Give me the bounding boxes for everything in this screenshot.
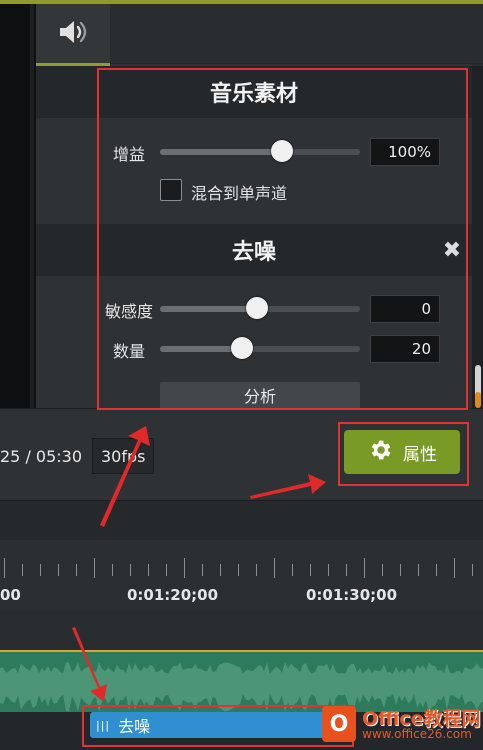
ruler-tick — [472, 564, 473, 576]
ruler-tick — [166, 564, 167, 576]
ruler-tick — [238, 564, 239, 576]
panel-scrollbar[interactable] — [472, 66, 483, 408]
fps-display[interactable]: 30fps — [92, 438, 154, 474]
ruler-tick — [4, 558, 5, 578]
ruler-tick — [382, 564, 383, 576]
ruler-tick — [328, 564, 329, 576]
ruler-tick — [400, 564, 401, 576]
audio-waveform — [0, 662, 483, 712]
ruler-tick — [310, 564, 311, 576]
ruler-tick — [148, 564, 149, 576]
ruler-tick — [274, 558, 275, 578]
ruler-tick — [76, 564, 77, 576]
ruler-tick — [256, 564, 257, 576]
office-logo-icon: O — [322, 706, 356, 742]
ruler-tick — [184, 558, 185, 578]
ruler-tick — [364, 558, 365, 578]
ruler-tick — [436, 564, 437, 576]
ruler-ticks — [0, 540, 483, 584]
timeline-toolbar — [0, 500, 483, 540]
time-readout: 25 / 05:30 — [0, 446, 83, 466]
ruler-tick — [220, 564, 221, 576]
ruler-label: 0:01:30;00 — [306, 586, 398, 604]
ruler-label: 00 — [0, 586, 21, 604]
speaker-icon — [58, 19, 88, 49]
ruler-tick — [454, 558, 455, 578]
ruler-tick — [130, 564, 131, 576]
ruler-tick — [418, 564, 419, 576]
audio-properties-tab[interactable] — [36, 4, 110, 66]
watermark-url: www.office26.com — [362, 727, 472, 741]
ruler-tick — [346, 564, 347, 576]
ruler-tick — [22, 564, 23, 576]
ruler-tick — [40, 564, 41, 576]
scrollbar-accent — [475, 392, 481, 408]
video-canvas — [0, 4, 30, 408]
highlight-box-clip — [82, 705, 354, 747]
ruler-tick — [112, 564, 113, 576]
ruler-label: 0:01:20;00 — [127, 586, 219, 604]
ruler-tick — [292, 564, 293, 576]
ruler-tick — [58, 564, 59, 576]
ruler-tick — [94, 558, 95, 578]
highlight-box-properties-button — [338, 422, 469, 486]
ruler-tick — [202, 564, 203, 576]
timeline-track-area — [0, 610, 483, 650]
highlight-box-panel — [97, 68, 468, 410]
